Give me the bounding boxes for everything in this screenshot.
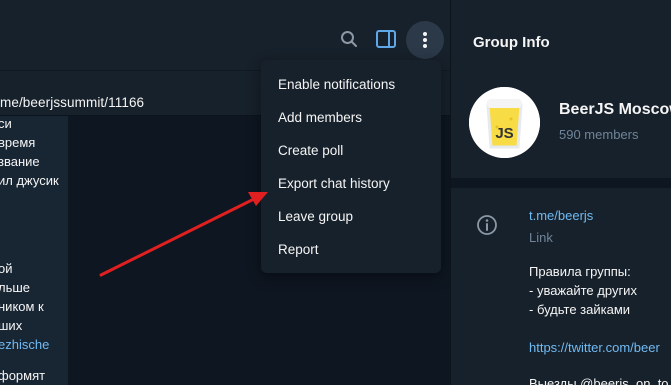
- description-line: - будьте зайками: [529, 302, 631, 317]
- avatar-text: JS: [495, 125, 513, 142]
- message-line: си: [0, 116, 12, 131]
- group-members-count[interactable]: 590 members: [559, 127, 638, 142]
- menu-item-report[interactable]: Report: [261, 233, 441, 266]
- group-avatar[interactable]: JS: [469, 87, 540, 158]
- chat-options-menu: Enable notifications Add members Create …: [261, 60, 441, 273]
- pinned-link[interactable]: me/beerjssummit/11166: [0, 95, 144, 110]
- message-line: ой: [0, 261, 13, 276]
- description-line: Правила группы:: [529, 264, 631, 279]
- search-icon[interactable]: [338, 28, 360, 50]
- menu-item-leave-group[interactable]: Leave group: [261, 200, 441, 233]
- menu-item-add-members[interactable]: Add members: [261, 101, 441, 134]
- message-link[interactable]: ezhische: [0, 337, 49, 352]
- message-bubble: си время звание ил джусик ой льше ником …: [0, 116, 68, 385]
- menu-item-export-chat-history[interactable]: Export chat history: [261, 167, 441, 200]
- message-line: звание: [0, 154, 40, 169]
- group-link[interactable]: t.me/beerjs: [529, 208, 593, 223]
- description-line: Выезды @beerjs_on_to: [529, 376, 669, 385]
- message-line: ил джусик: [0, 173, 59, 188]
- message-line: ших: [0, 318, 23, 333]
- section-divider: [451, 178, 671, 188]
- message-line: время: [0, 135, 36, 150]
- message-line: льше: [0, 280, 31, 295]
- menu-item-create-poll[interactable]: Create poll: [261, 134, 441, 167]
- info-icon: [476, 214, 498, 236]
- more-vertical-icon: [423, 32, 427, 48]
- message-line: ником к: [0, 299, 44, 314]
- message-line: формят: [0, 368, 46, 383]
- group-name: BeerJS Moscow: [559, 101, 671, 118]
- side-panel-icon[interactable]: [375, 28, 397, 50]
- description-link[interactable]: https://twitter.com/beer: [529, 340, 660, 355]
- description-line: - уважайте других: [529, 283, 637, 298]
- more-options-button[interactable]: [406, 21, 444, 59]
- group-info-panel: Group Info JS BeerJS Moscow 590 members …: [450, 0, 671, 385]
- panel-title: Group Info: [473, 34, 550, 51]
- menu-item-enable-notifications[interactable]: Enable notifications: [261, 68, 441, 101]
- group-link-label: Link: [529, 230, 553, 245]
